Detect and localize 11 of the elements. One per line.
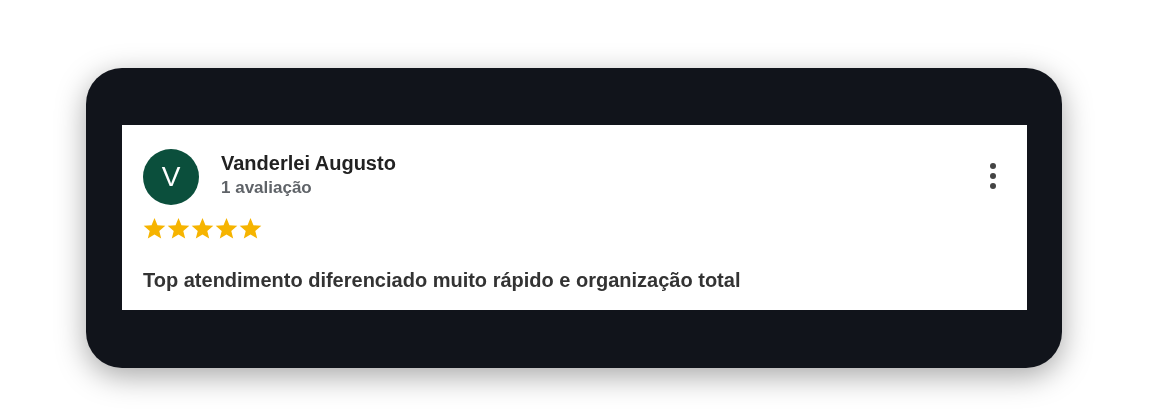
more-vertical-icon	[990, 163, 996, 189]
star-icon	[239, 218, 262, 240]
author-name: Vanderlei Augusto	[221, 151, 396, 176]
star-icon	[191, 218, 214, 240]
review-count: 1 avaliação	[221, 177, 313, 199]
star-icon	[215, 218, 238, 240]
star-icon	[167, 218, 190, 240]
avatar: V	[143, 149, 199, 205]
review-text: Top atendimento diferenciado muito rápido e organização total	[143, 268, 742, 293]
more-options-button[interactable]	[987, 161, 999, 191]
star-icon	[143, 218, 166, 240]
